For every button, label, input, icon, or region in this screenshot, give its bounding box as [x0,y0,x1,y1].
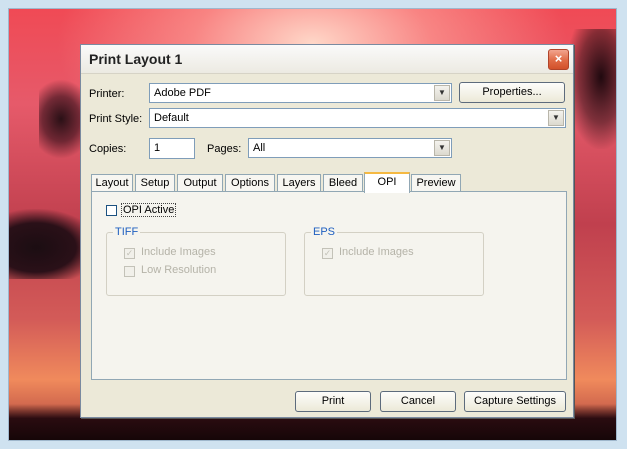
tiff-group: TIFF ✓ Include Images Low Resolution [106,226,286,296]
print-button[interactable]: Print [295,391,371,412]
print-style-label: Print Style: [89,113,143,125]
title-bar[interactable]: Print Layout 1 × [81,45,573,74]
eps-group: EPS ✓ Include Images [304,226,484,296]
close-icon: × [554,51,563,66]
printer-select[interactable]: Adobe PDF ▼ [149,83,452,103]
dialog-title: Print Layout 1 [89,51,183,67]
properties-button[interactable]: Properties... [459,82,565,103]
tab-layers[interactable]: Layers [277,174,321,192]
tiff-low-resolution-label: Low Resolution [141,264,217,276]
tab-setup[interactable]: Setup [135,174,175,192]
tiff-include-images-label: Include Images [141,246,216,258]
pages-select[interactable]: All ▼ [248,138,452,158]
tab-layout[interactable]: Layout [91,174,133,192]
eps-include-images-label: Include Images [339,246,414,258]
tiff-group-title: TIFF [113,226,141,238]
close-button[interactable]: × [548,49,569,70]
copies-label: Copies: [89,143,127,155]
chevron-down-icon[interactable]: ▼ [434,140,450,156]
capture-settings-button[interactable]: Capture Settings [464,391,566,412]
check-icon: ✓ [323,248,332,258]
copies-value: 1 [154,142,161,154]
chevron-down-icon[interactable]: ▼ [434,85,450,101]
opi-active-label[interactable]: OPI Active [121,203,177,217]
tab-options[interactable]: Options [225,174,275,192]
print-style-select[interactable]: Default ▼ [149,108,566,128]
opi-active-checkbox[interactable] [106,205,117,216]
tab-opi[interactable]: OPI [364,172,410,193]
eps-group-title: EPS [311,226,338,238]
chevron-down-icon[interactable]: ▼ [548,110,564,126]
printer-value: Adobe PDF [154,87,211,99]
cancel-button[interactable]: Cancel [380,391,456,412]
tab-preview[interactable]: Preview [411,174,461,192]
tiff-include-images-checkbox[interactable]: ✓ [124,248,135,259]
pages-label: Pages: [207,143,242,155]
tab-bleed[interactable]: Bleed [323,174,363,192]
printer-label: Printer: [89,88,125,100]
pages-value: All [253,142,266,154]
opi-panel: OPI Active TIFF ✓ Include Images Low Res… [91,191,567,380]
eps-include-images-checkbox[interactable]: ✓ [322,248,333,259]
print-dialog: Print Layout 1 × Printer: Adobe PDF ▼ Pr… [80,44,574,418]
check-icon: ✓ [125,248,134,258]
copies-input[interactable]: 1 [149,138,195,159]
tiff-low-resolution-checkbox[interactable] [124,266,135,277]
tab-output[interactable]: Output [177,174,223,192]
print-style-value: Default [154,112,189,124]
